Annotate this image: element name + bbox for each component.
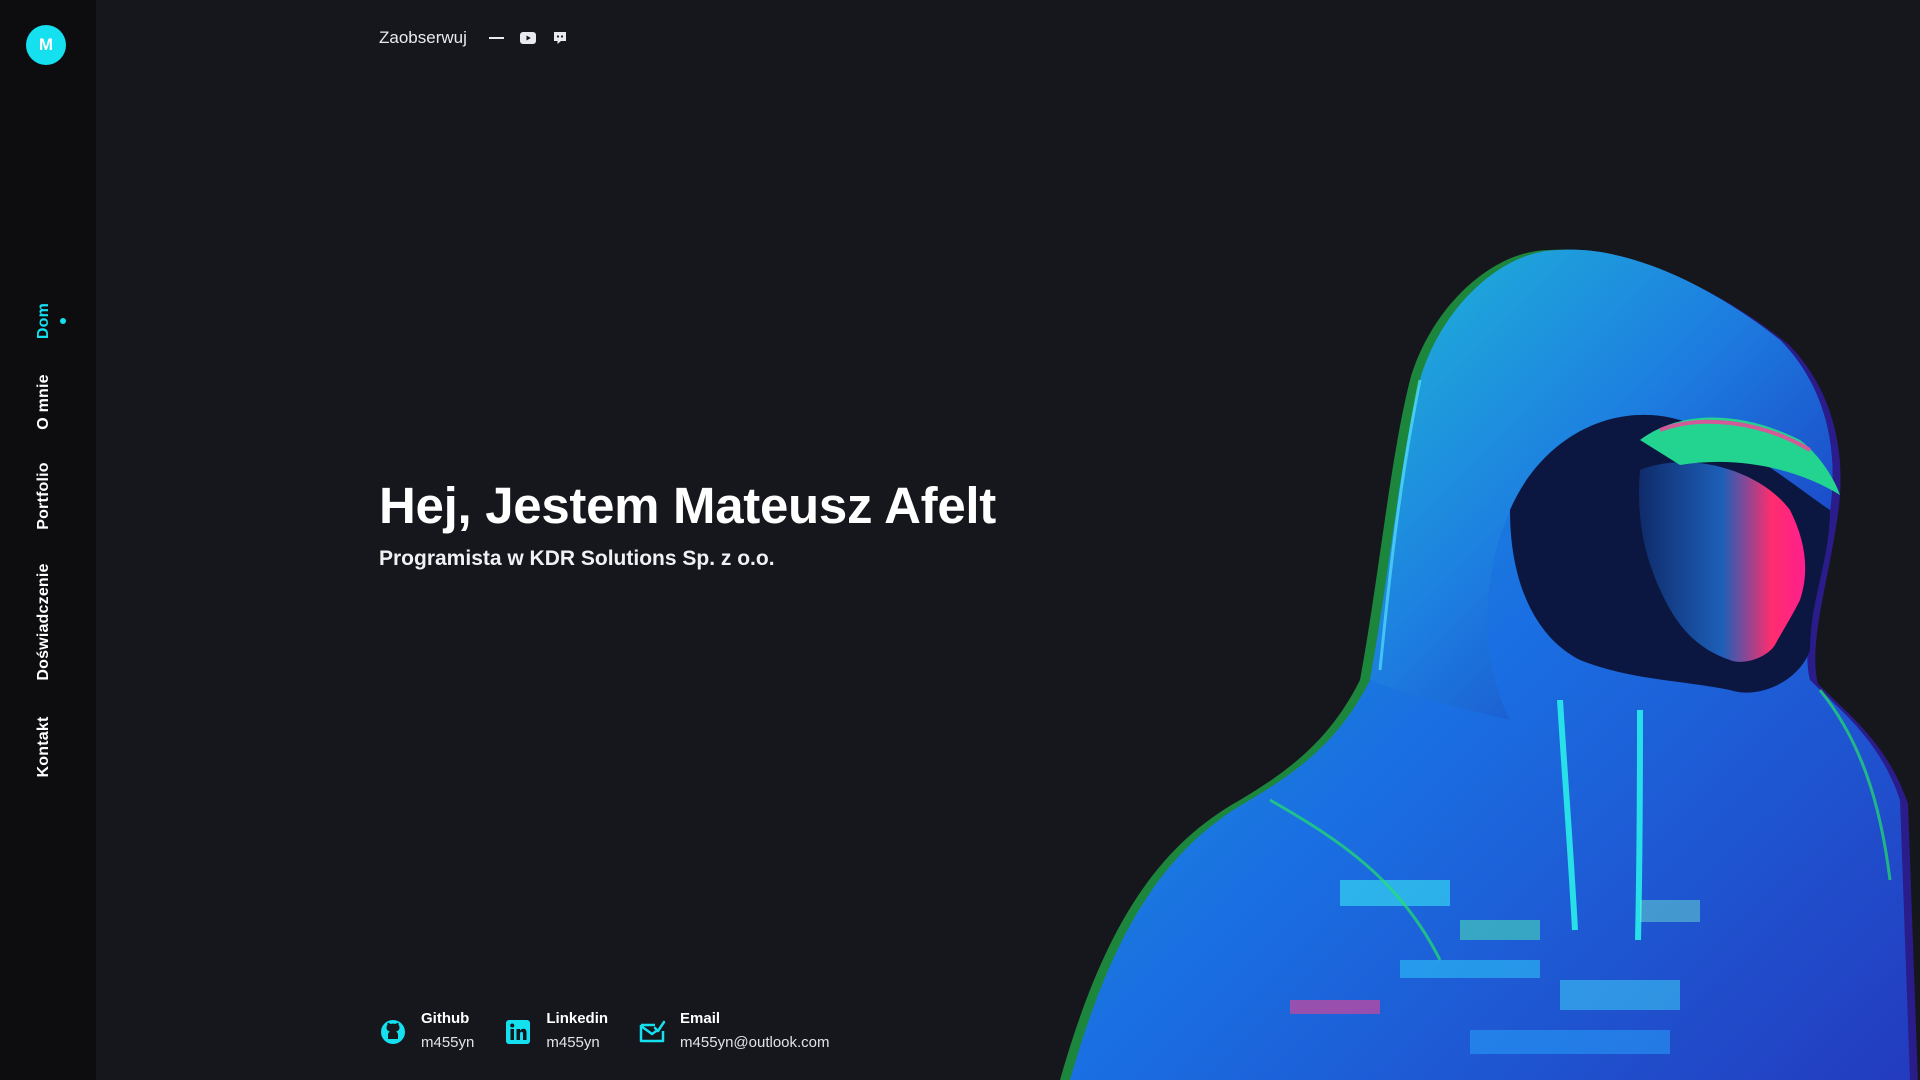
nav-item-doswiadczenie[interactable]: Doświadczenie: [35, 563, 53, 680]
github-icon: [381, 1020, 405, 1044]
nav-item-portfolio[interactable]: Portfolio: [35, 462, 53, 530]
linkedin-icon: [506, 1020, 531, 1044]
nav-item-kontakt[interactable]: Kontakt: [35, 717, 53, 778]
hero-title: Hej, Jestem Mateusz Afelt: [379, 477, 996, 534]
hero-hooded-figure-image: [1060, 249, 1918, 1080]
nav-item-dom[interactable]: Dom: [35, 303, 53, 339]
contact-github-label: Github: [421, 1010, 470, 1027]
follow-bar: Zaobserwuj: [379, 26, 584, 50]
active-indicator-dot: [60, 318, 66, 324]
contact-email-label: Email: [680, 1010, 721, 1027]
contact-linkedin-value: m455yn: [546, 1034, 600, 1051]
logo-button[interactable]: M: [26, 25, 66, 65]
follow-divider: [488, 37, 504, 39]
contact-linkedin[interactable]: Linkedin m455yn: [504, 1010, 608, 1052]
contact-github[interactable]: Github m455yn: [379, 1010, 474, 1052]
sidebar: M Dom O mnie Portfolio Doświadczenie Kon…: [0, 0, 96, 1080]
page: M Dom O mnie Portfolio Doświadczenie Kon…: [0, 0, 1920, 1080]
youtube-icon[interactable]: [519, 30, 536, 46]
discord-icon[interactable]: [552, 30, 568, 46]
hero-subtitle: Programista w KDR Solutions Sp. z o.o.: [379, 547, 775, 570]
contact-linkedin-label: Linkedin: [546, 1010, 609, 1027]
nav-item-o-mnie[interactable]: O mnie: [35, 374, 53, 429]
contact-links: Github m455yn Linkedin m455yn Email m455…: [379, 1010, 860, 1052]
contact-email[interactable]: Email m455yn@outlook.com: [638, 1010, 830, 1052]
contact-github-value: m455yn: [421, 1034, 475, 1051]
email-icon: [639, 1020, 666, 1043]
follow-label: Zaobserwuj: [379, 28, 467, 47]
contact-email-value: m455yn@outlook.com: [680, 1034, 830, 1051]
